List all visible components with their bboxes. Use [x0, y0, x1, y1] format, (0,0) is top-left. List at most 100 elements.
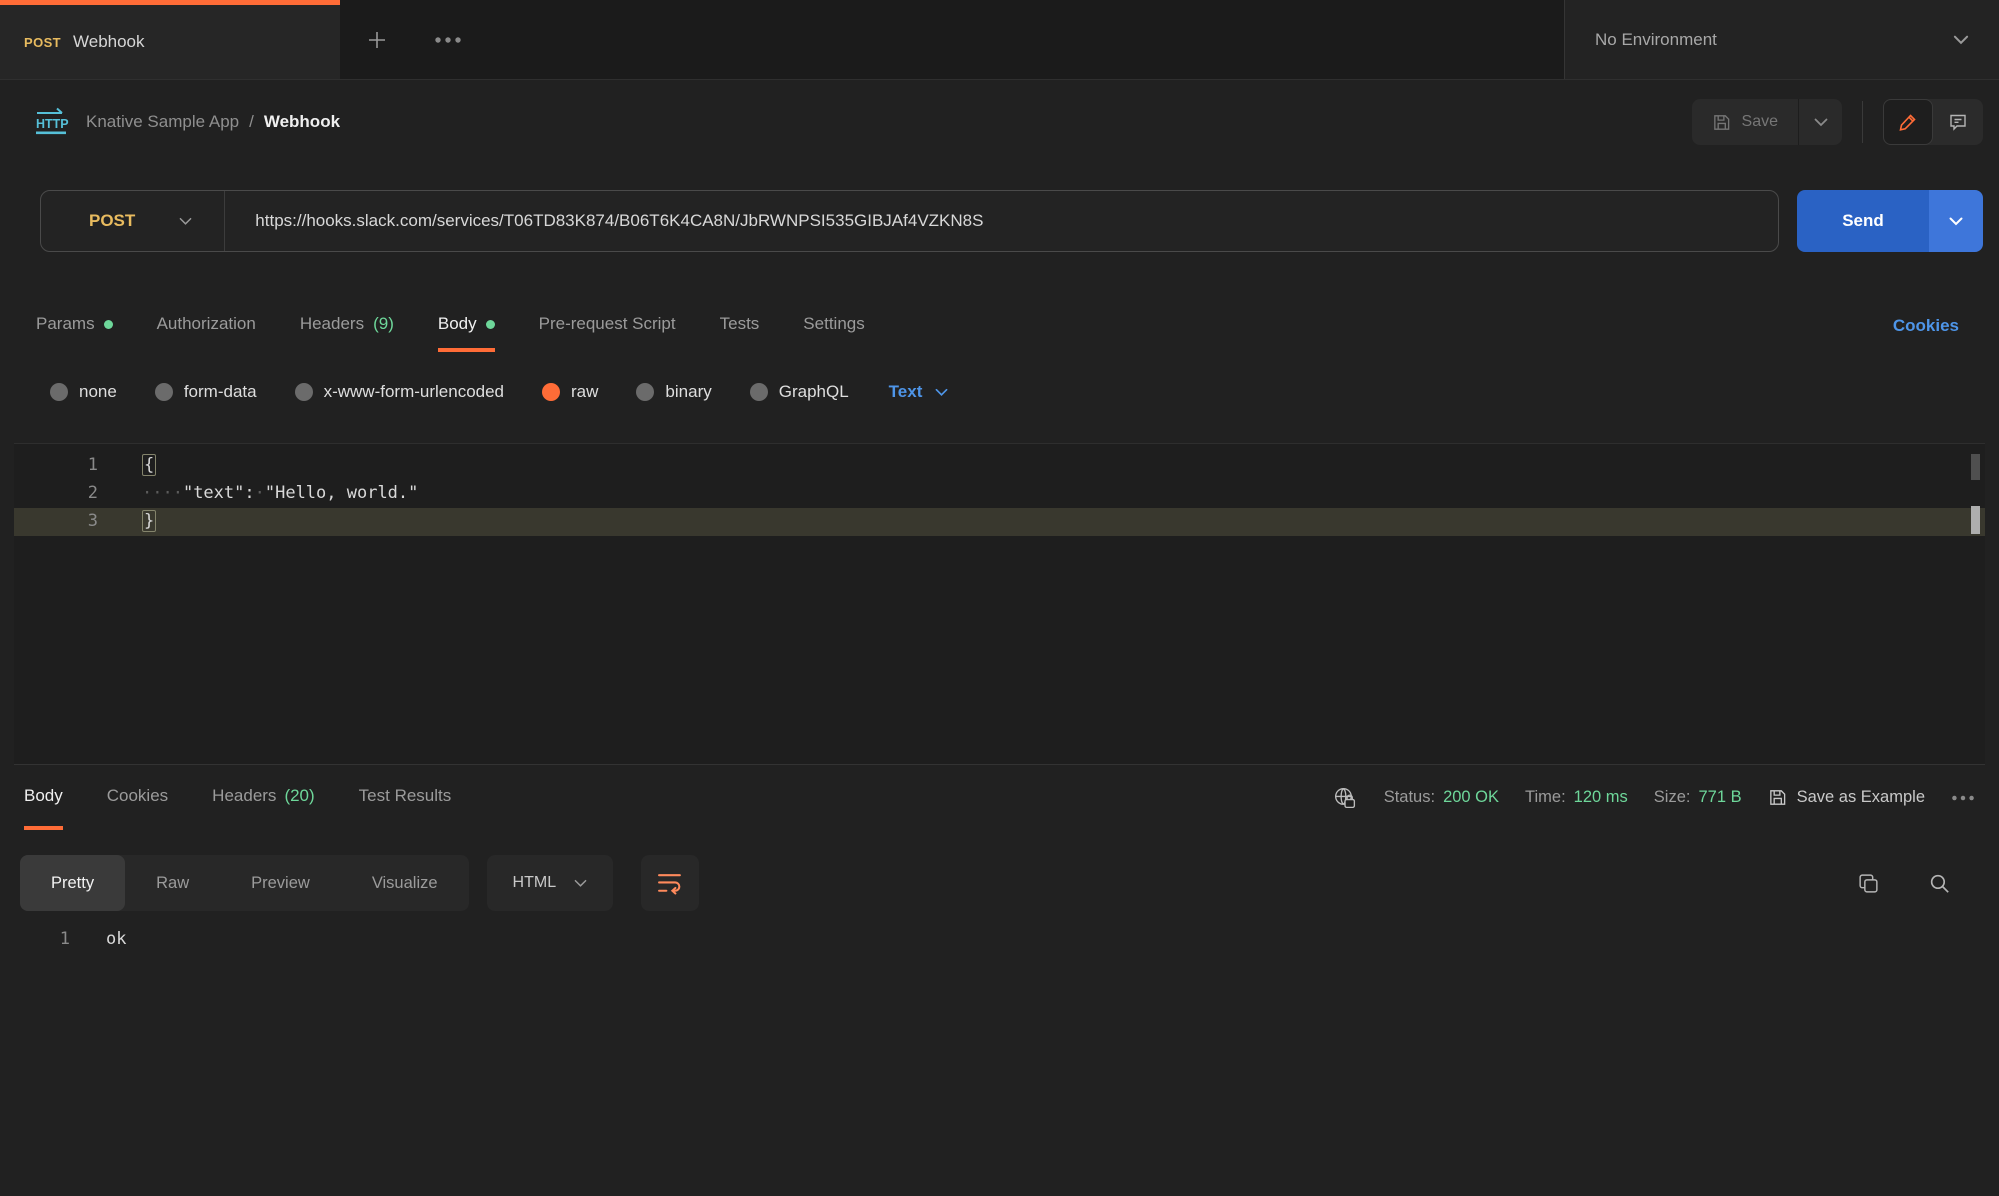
tab-label: Test Results [359, 786, 452, 806]
wrap-lines-button[interactable] [641, 855, 699, 911]
body-type-label: form-data [184, 382, 257, 402]
status-label: Status: [1384, 788, 1435, 807]
body-type-label: GraphQL [779, 382, 849, 402]
editor-line-2[interactable]: 2····"text":·"Hello, world." [14, 480, 1985, 508]
whitespace-dots: · [255, 483, 265, 503]
wrap-text-icon [657, 872, 684, 895]
cookies-link[interactable]: Cookies [1893, 300, 1959, 352]
svg-text:HTTP: HTTP [36, 117, 69, 131]
line-number: 2 [14, 480, 98, 508]
view-tab-visualize[interactable]: Visualize [341, 855, 469, 911]
bracket-highlight: } [142, 510, 156, 532]
ellipsis-icon [1951, 794, 1975, 802]
tab-label: Headers [212, 786, 276, 806]
body-type-raw[interactable]: raw [542, 382, 598, 402]
editor-scrollbar-thumb[interactable] [1971, 506, 1980, 534]
status-value: 200 OK [1443, 788, 1499, 807]
response-text: ok [70, 925, 126, 953]
format-label: HTML [513, 874, 557, 892]
breadcrumb-collection[interactable]: Knative Sample App [86, 112, 239, 132]
request-tab-settings[interactable]: Settings [803, 300, 864, 352]
size-value: 771 B [1698, 788, 1741, 807]
edit-documentation-button[interactable] [1883, 99, 1933, 145]
modified-dot [486, 320, 495, 329]
radio-graphql [750, 383, 768, 401]
tab-options-button[interactable] [434, 36, 462, 44]
line-number: 1 [14, 452, 98, 480]
tabbar-spacer [462, 0, 1564, 79]
url-bar: POST https://hooks.slack.com/services/T0… [40, 190, 1779, 252]
body-type-form-data[interactable]: form-data [155, 382, 257, 402]
editor-scrollbar-marker[interactable] [1971, 454, 1980, 480]
request-tab-tests[interactable]: Tests [720, 300, 760, 352]
chevron-down-icon [1814, 118, 1828, 127]
body-type-options: none form-data x-www-form-urlencoded raw bin… [50, 382, 849, 402]
method-label: POST [89, 211, 135, 231]
tab-label: Headers [300, 314, 364, 334]
line-number: 3 [14, 508, 98, 536]
copy-icon [1857, 872, 1880, 895]
line-number: 1 [0, 925, 70, 953]
tab-label: Pre-request Script [539, 314, 676, 334]
tab-title: Webhook [73, 32, 145, 52]
tab-label: Tests [720, 314, 760, 334]
pencil-icon [1898, 112, 1918, 132]
radio-raw [542, 383, 560, 401]
breadcrumb: Knative Sample App / Webhook [86, 112, 340, 132]
tab-label: Settings [803, 314, 864, 334]
language-selector[interactable]: Text [889, 382, 949, 402]
request-tab-params[interactable]: Params [36, 300, 113, 352]
save-as-example-button[interactable]: Save as Example [1768, 788, 1925, 807]
request-tab-webhook[interactable]: POST Webhook [0, 0, 340, 79]
response-tab-cookies[interactable]: Cookies [107, 765, 168, 830]
response-tab-test-results[interactable]: Test Results [359, 765, 452, 830]
send-options-button[interactable] [1929, 190, 1983, 252]
save-button[interactable]: Save [1692, 99, 1798, 145]
environment-selector[interactable]: No Environment [1564, 0, 1999, 79]
body-type-binary[interactable]: binary [636, 382, 711, 402]
request-tab-headers[interactable]: Headers (9) [300, 300, 394, 352]
body-type-none[interactable]: none [50, 382, 117, 402]
comment-icon [1948, 112, 1968, 132]
code-text: } [98, 508, 156, 536]
globe-lock-icon[interactable] [1331, 784, 1358, 811]
tab-label: Cookies [107, 786, 168, 806]
copy-response-button[interactable] [1857, 872, 1880, 895]
save-options-button[interactable] [1798, 99, 1842, 145]
radio-x-www-form-urlencoded [295, 383, 313, 401]
view-tab-raw[interactable]: Raw [125, 855, 220, 911]
response-tab-body[interactable]: Body [24, 765, 63, 830]
new-tab-button[interactable] [366, 29, 388, 51]
tab-bar: POST Webhook No Environment [0, 0, 1999, 80]
editor-lines: 1{2····"text":·"Hello, world."3} [14, 452, 1985, 536]
request-body-editor[interactable]: 1{2····"text":·"Hello, world."3} [14, 443, 1985, 765]
view-tab-pretty[interactable]: Pretty [20, 855, 125, 911]
response-options-button[interactable] [1951, 794, 1975, 802]
tab-label: Body [24, 786, 63, 806]
response-line-1: 1ok [0, 925, 1999, 953]
response-format-selector[interactable]: HTML [487, 855, 614, 911]
request-header: HTTP Knative Sample App / Webhook Save [0, 80, 1999, 164]
body-type-graphql[interactable]: GraphQL [750, 382, 849, 402]
view-tab-preview[interactable]: Preview [220, 855, 341, 911]
editor-line-3[interactable]: 3} [14, 508, 1985, 536]
editor-line-1[interactable]: 1{ [14, 452, 1985, 480]
url-input[interactable]: https://hooks.slack.com/services/T06TD83… [225, 211, 983, 231]
chevron-down-icon [179, 217, 192, 226]
comments-button[interactable] [1933, 99, 1983, 145]
request-tab-authorization[interactable]: Authorization [157, 300, 256, 352]
method-selector[interactable]: POST [41, 191, 224, 251]
body-type-x-www-form-urlencoded[interactable]: x-www-form-urlencoded [295, 382, 504, 402]
chevron-down-icon [1949, 217, 1963, 226]
search-response-button[interactable] [1928, 872, 1951, 895]
tab-count: (9) [373, 314, 394, 334]
breadcrumb-separator: / [249, 112, 254, 132]
response-body: 1ok [0, 925, 1999, 953]
request-tab-body[interactable]: Body [438, 300, 495, 352]
send-button[interactable]: Send [1797, 190, 1929, 252]
request-tab-pre-request-script[interactable]: Pre-request Script [539, 300, 676, 352]
tab-count: (20) [284, 786, 314, 806]
chevron-down-icon [574, 879, 587, 888]
body-type-label: none [79, 382, 117, 402]
response-tab-headers[interactable]: Headers (20) [212, 765, 315, 830]
